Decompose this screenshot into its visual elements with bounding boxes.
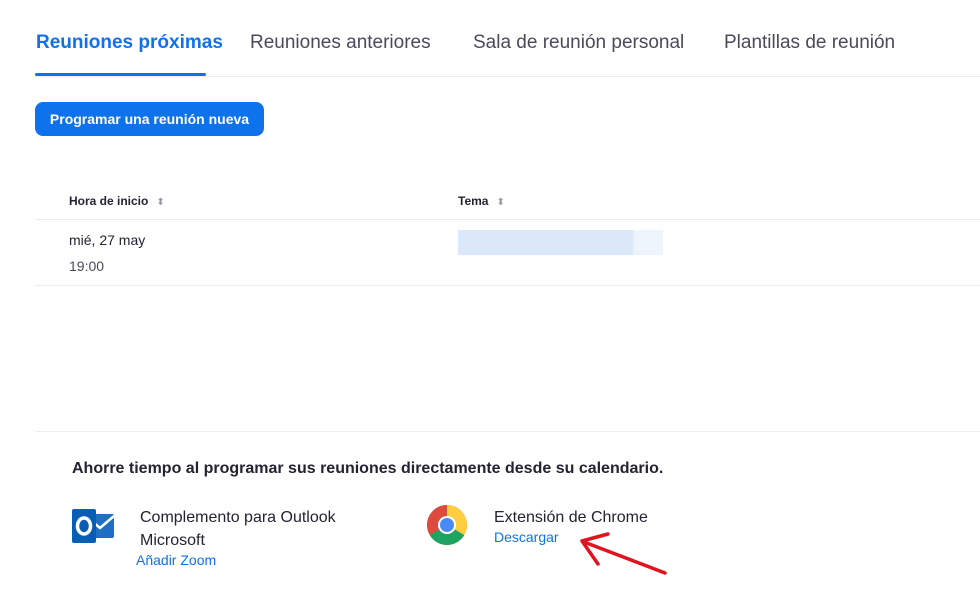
outlook-plugin-title: Complemento para Outlook Microsoft bbox=[140, 509, 336, 549]
table-row-divider bbox=[35, 285, 980, 286]
column-header-start-time[interactable]: Hora de inicio ⬍ bbox=[69, 194, 165, 208]
column-header-topic[interactable]: Tema ⬍ bbox=[458, 194, 505, 208]
sort-updown-icon[interactable]: ⬍ bbox=[496, 197, 504, 208]
meeting-time: 19:00 bbox=[69, 258, 105, 274]
chrome-extension-title: Extensión de Chrome bbox=[494, 509, 648, 526]
tab-upcoming-meetings[interactable]: Reuniones próximas bbox=[36, 32, 223, 54]
chrome-icon bbox=[427, 505, 467, 545]
column-header-label: Tema bbox=[458, 194, 489, 208]
active-tab-indicator bbox=[35, 73, 206, 76]
annotation-arrow-icon bbox=[580, 532, 667, 575]
section-divider bbox=[35, 431, 980, 432]
outlook-icon bbox=[72, 509, 115, 543]
meeting-date: mié, 27 may bbox=[69, 232, 146, 248]
schedule-new-meeting-button[interactable]: Programar una reunión nueva bbox=[35, 102, 264, 136]
calendar-promo-title: Ahorre tiempo al programar sus reuniones… bbox=[72, 460, 664, 477]
tab-personal-meeting-room[interactable]: Sala de reunión personal bbox=[473, 32, 684, 54]
download-link[interactable]: Descargar bbox=[494, 529, 559, 545]
tab-bar: Reuniones próximas Reuniones anteriores … bbox=[35, 0, 980, 77]
tab-previous-meetings[interactable]: Reuniones anteriores bbox=[250, 32, 431, 54]
sort-updown-icon[interactable]: ⬍ bbox=[156, 197, 164, 208]
tab-meeting-templates[interactable]: Plantillas de reunión bbox=[724, 32, 895, 54]
add-zoom-link[interactable]: Añadir Zoom bbox=[136, 552, 216, 568]
meeting-topic-link[interactable] bbox=[458, 230, 663, 255]
table-header-divider bbox=[35, 219, 980, 220]
column-header-label: Hora de inicio bbox=[69, 194, 149, 208]
